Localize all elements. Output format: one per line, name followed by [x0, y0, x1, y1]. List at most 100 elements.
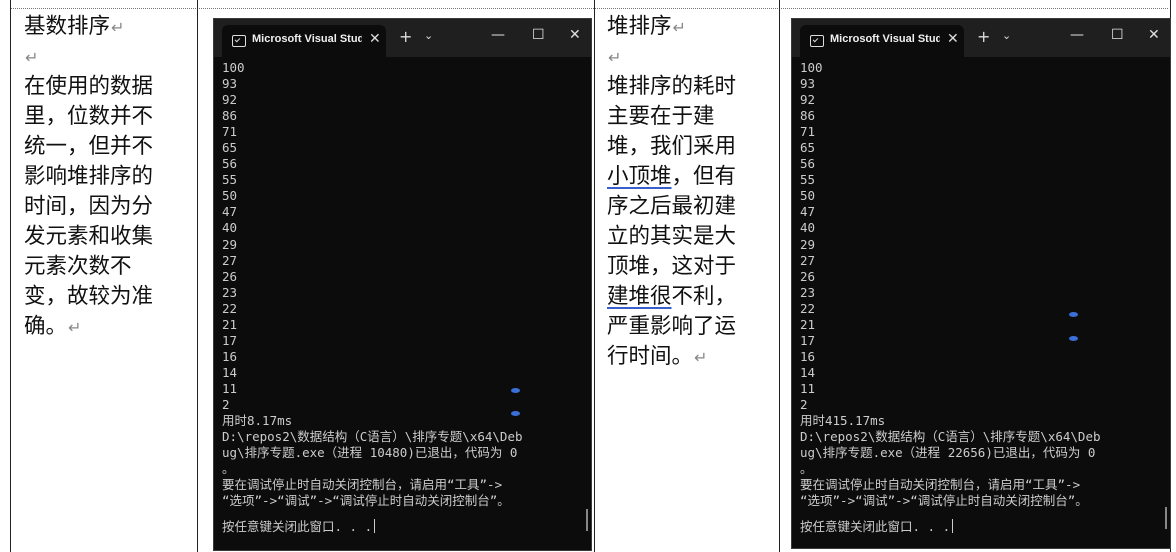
terminal-icon [810, 35, 824, 47]
console-line: 100 [222, 60, 245, 75]
minimize-button[interactable]: — [1070, 27, 1084, 43]
text-line: 小顶堆，但有 [607, 162, 772, 192]
console-line: 55 [800, 172, 816, 188]
console-line: 14 [222, 364, 238, 380]
console-line: 92 [800, 92, 816, 108]
console-output[interactable]: 100 93 92 86 71 65 56 55 50 47 40 29 27 26 23 22 21 17 16 1… [800, 60, 1164, 548]
text-run: 不利， [671, 284, 737, 309]
new-tab-button[interactable]: + [977, 27, 990, 46]
scrollbar[interactable] [586, 509, 588, 531]
terminal-tab[interactable]: Microsoft Visual Studio Debug Console ✕ [222, 25, 386, 57]
text-run: 主要在于建 [607, 104, 715, 129]
console-line: 86 [800, 108, 816, 124]
close-window-button[interactable]: ✕ [569, 27, 581, 43]
console-line: 65 [800, 140, 816, 156]
column-divider [594, 0, 595, 552]
maximize-button[interactable]: ☐ [1111, 27, 1124, 43]
text-cursor [374, 519, 376, 534]
text-run: 影响堆排序的 [24, 164, 154, 189]
text-run: 序之后最初建 [607, 194, 737, 219]
minimize-button[interactable]: — [491, 27, 505, 43]
console-line: “选项”->“调试”->“调试停止时自动关闭控制台”。 [800, 493, 1088, 509]
terminal-window-left[interactable]: Microsoft Visual Studio Debug Console ✕ … [213, 18, 592, 551]
close-window-button[interactable]: ✕ [1148, 27, 1160, 43]
console-line: 21 [800, 316, 816, 332]
cursor-marker [511, 411, 520, 416]
terminal-window-right[interactable]: Microsoft Visual Studio Debug Console ✕ … [791, 18, 1171, 549]
cursor-marker [1069, 312, 1078, 317]
console-line: 23 [222, 284, 238, 300]
text-line: 时间，因为分 [24, 192, 189, 222]
console-prompt-text: 按任意键关闭此窗口. . . [800, 519, 951, 535]
console-line: 23 [800, 284, 816, 300]
maximize-button[interactable]: ☐ [532, 27, 545, 43]
chevron-down-icon[interactable]: ⌄ [1002, 29, 1011, 42]
console-line: 27 [222, 252, 238, 268]
tab-close-icon[interactable]: ✕ [947, 31, 959, 47]
chevron-down-icon[interactable]: ⌄ [424, 29, 433, 42]
text-run: 基数排序 [24, 14, 111, 39]
console-line: 71 [800, 124, 816, 140]
text-run: 确。 [24, 314, 68, 339]
text-run: 立的其实是大 [607, 224, 737, 249]
terminal-icon [232, 35, 246, 47]
terminal-tab[interactable]: Microsoft Visual Studio Debug Console ✕ [800, 25, 964, 57]
console-line: 2 [222, 396, 230, 412]
scrollbar[interactable] [1165, 507, 1167, 529]
text-line: 影响堆排序的 [24, 162, 189, 192]
console-line: 50 [800, 188, 816, 204]
table-top-border [10, 8, 1168, 10]
console-line: D:\repos2\数据结构（C语言）\排序专题\x64\Deb [222, 429, 523, 445]
console-line: 2 [800, 396, 808, 412]
console-line: 。 [800, 461, 813, 477]
text-run: 元素次数不 [24, 254, 132, 279]
console-line: 47 [222, 204, 238, 220]
text-line: 发元素和收集 [24, 222, 189, 252]
console-line: 17 [222, 332, 238, 348]
console-output[interactable]: 100 93 92 86 71 65 56 55 50 47 40 29 27 26 23 22 21 17 16 1… [222, 60, 585, 550]
column-divider [779, 0, 780, 552]
text-run: 堆排序 [607, 14, 672, 39]
text-line: 里，位数并不 [24, 102, 189, 132]
text-line: 统一，但并不 [24, 132, 189, 162]
paragraph-mark-icon: ↵ [608, 48, 622, 67]
console-line: 93 [222, 76, 238, 92]
column-divider [197, 0, 198, 552]
console-line: 11 [222, 380, 238, 396]
console-line: 55 [222, 172, 238, 188]
console-line: 40 [800, 220, 816, 236]
column-divider [10, 0, 11, 552]
left-text-cell: 基数排序↵ ↵ 在使用的数据 里，位数并不 统一，但并不 影响堆排序的 时间，因为分 发元素和… [24, 12, 189, 342]
text-line: 元素次数不 [24, 252, 189, 282]
paragraph-mark-icon: ↵ [25, 48, 39, 67]
cursor-marker [511, 388, 520, 393]
terminal-titlebar[interactable]: Microsoft Visual Studio Debug Console ✕ … [214, 19, 591, 57]
console-line: 50 [222, 188, 238, 204]
text-line: ↵ [24, 42, 189, 72]
cursor-marker [1069, 336, 1078, 341]
console-line: 92 [222, 92, 238, 108]
console-line: D:\repos2\数据结构（C语言）\排序专题\x64\Deb [800, 429, 1101, 445]
console-line: 。 [222, 461, 235, 477]
text-run: 发元素和收集 [24, 224, 154, 249]
tab-close-icon[interactable]: ✕ [369, 31, 381, 47]
console-line: 要在调试停止时自动关闭控制台，请启用“工具”-> [222, 477, 503, 493]
console-line: 11 [800, 380, 816, 396]
text-line: 行时间。↵ [607, 342, 772, 372]
terminal-titlebar[interactable]: Microsoft Visual Studio Debug Console ✕ … [792, 19, 1170, 57]
text-line: 基数排序↵ [24, 12, 189, 42]
paragraph-mark-icon: ↵ [694, 348, 708, 367]
console-line: 14 [800, 364, 816, 380]
text-line: 顶堆，这对于 [607, 252, 772, 282]
console-spacer [222, 509, 585, 519]
console-line: 40 [222, 220, 238, 236]
console-line: 26 [800, 268, 816, 284]
text-line: 确。↵ [24, 312, 189, 342]
console-line: 93 [800, 76, 816, 92]
text-line: 堆排序↵ [607, 12, 772, 42]
new-tab-button[interactable]: + [399, 27, 412, 46]
text-run: 顶堆，这对于 [607, 254, 737, 279]
console-line: “选项”->“调试”->“调试停止时自动关闭控制台”。 [222, 493, 510, 509]
text-line: 建堆很不利， [607, 282, 772, 312]
console-prompt-text: 按任意键关闭此窗口. . . [222, 519, 373, 535]
